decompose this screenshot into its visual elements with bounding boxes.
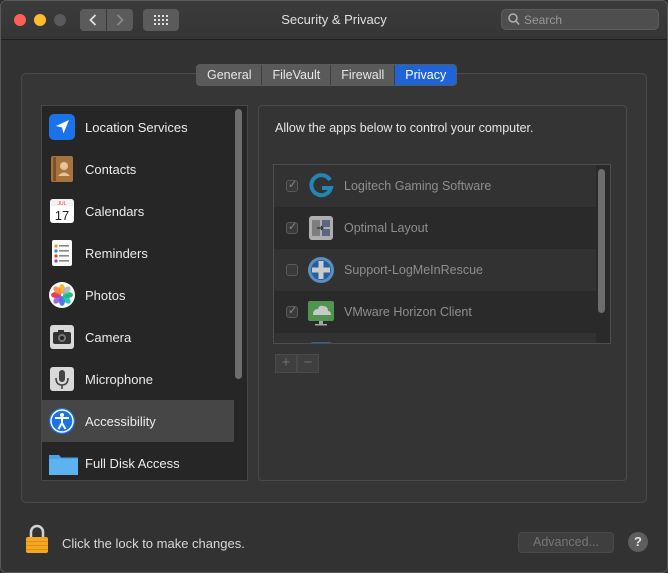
preferences-window: Security & Privacy Search General FileVa… <box>0 0 668 573</box>
add-remove-buttons: + − <box>275 354 319 373</box>
sidebar-item-label: Location Services <box>85 119 188 135</box>
svg-text:JUL: JUL <box>58 201 67 207</box>
svg-text:17: 17 <box>55 208 69 223</box>
sidebar-item-location-services[interactable]: Location Services <box>42 106 234 148</box>
tab-general[interactable]: General <box>197 65 263 85</box>
app-icon-partial <box>310 342 332 343</box>
app-checkbox[interactable] <box>286 220 298 234</box>
app-label: Support-LogMeInRescue <box>344 263 483 277</box>
lock-text: Click the lock to make changes. <box>62 536 245 551</box>
tab-filevault[interactable]: FileVault <box>262 65 332 85</box>
advanced-button[interactable]: Advanced... <box>518 532 614 553</box>
sidebar-item-label: Calendars <box>85 203 145 219</box>
sidebar-item-label: Photos <box>85 287 126 303</box>
app-row-logitech[interactable]: Logitech Gaming Software <box>274 165 596 207</box>
category-list-scrollbar[interactable] <box>235 109 242 379</box>
logitech-g-icon <box>309 173 334 198</box>
app-label: VMware Horizon Client <box>344 305 472 319</box>
sidebar-item-accessibility[interactable]: Accessibility <box>42 400 234 442</box>
accessibility-icon <box>49 408 75 434</box>
microphone-icon <box>50 367 74 391</box>
tab-bar: General FileVault Firewall Privacy <box>196 64 458 86</box>
sidebar-item-photos[interactable]: Photos <box>42 274 234 316</box>
sidebar-item-calendars[interactable]: JUL 17 Calendars <box>42 190 234 232</box>
sidebar-item-label: Full Disk Access <box>85 455 180 471</box>
vmware-horizon-icon <box>308 301 334 326</box>
calendar-icon: JUL 17 <box>50 199 74 223</box>
camera-icon <box>50 325 74 349</box>
app-checkbox[interactable] <box>286 264 298 276</box>
app-row-optimal-layout[interactable]: Optimal Layout <box>274 207 596 249</box>
sidebar-item-camera[interactable]: Camera <box>42 316 234 358</box>
search-icon <box>508 13 520 26</box>
help-button[interactable]: ? <box>628 532 648 552</box>
app-checkbox[interactable] <box>286 304 298 318</box>
app-row-logmein-rescue[interactable]: Support-LogMeInRescue <box>274 249 596 291</box>
privacy-category-list[interactable]: Location Services Contacts JUL 17 Calend… <box>41 105 248 481</box>
app-label: Optimal Layout <box>344 221 429 235</box>
contacts-book-icon <box>51 156 73 182</box>
remove-app-button[interactable]: − <box>297 354 319 373</box>
search-placeholder: Search <box>524 13 563 27</box>
tab-firewall[interactable]: Firewall <box>331 65 396 85</box>
instruction-text: Allow the apps below to control your com… <box>275 121 534 135</box>
titlebar: Security & Privacy Search <box>1 1 667 40</box>
sidebar-item-label: Accessibility <box>85 413 156 429</box>
optimal-layout-icon <box>309 216 333 240</box>
app-list[interactable]: Logitech Gaming Software Optimal Layout … <box>273 164 611 344</box>
sidebar-item-label: Microphone <box>85 371 153 387</box>
sidebar-item-full-disk-access[interactable]: Full Disk Access <box>42 442 234 480</box>
sidebar-item-microphone[interactable]: Microphone <box>42 358 234 400</box>
photos-flower-icon <box>49 282 75 308</box>
search-field[interactable]: Search <box>501 9 659 30</box>
location-arrow-icon <box>49 114 75 140</box>
app-list-scrollbar[interactable] <box>598 169 605 313</box>
sidebar-item-reminders[interactable]: Reminders <box>42 232 234 274</box>
app-label: Logitech Gaming Software <box>344 179 492 193</box>
folder-icon <box>49 455 78 475</box>
lock-icon[interactable] <box>25 524 49 554</box>
sidebar-item-label: Camera <box>85 329 132 345</box>
sidebar-item-contacts[interactable]: Contacts <box>42 148 234 190</box>
sidebar-item-label: Reminders <box>85 245 148 261</box>
app-row-partial[interactable] <box>274 333 596 343</box>
reminders-list-icon <box>52 240 72 266</box>
add-app-button[interactable]: + <box>275 354 297 373</box>
app-row-vmware-horizon[interactable]: VMware Horizon Client <box>274 291 596 333</box>
logmein-rescue-icon <box>308 257 334 283</box>
sidebar-item-label: Contacts <box>85 161 137 177</box>
tab-privacy[interactable]: Privacy <box>395 65 457 85</box>
app-checkbox[interactable] <box>286 178 298 192</box>
